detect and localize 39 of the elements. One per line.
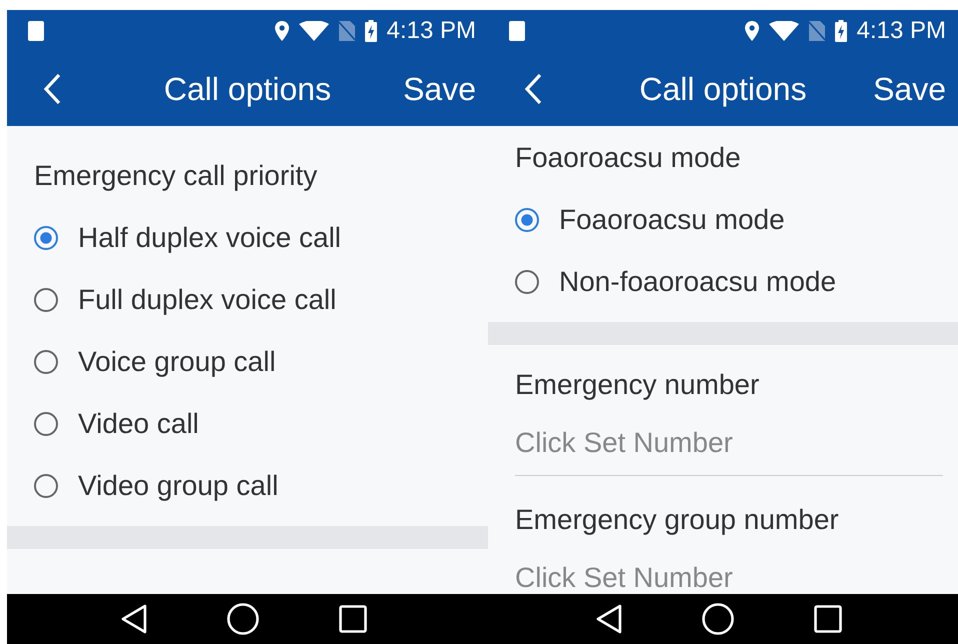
- back-chevron-icon: [524, 73, 542, 105]
- radio-option[interactable]: Voice group call: [7, 331, 488, 393]
- screen-title: Call options: [639, 70, 807, 108]
- back-icon[interactable]: [596, 604, 622, 634]
- battery-charging-icon: [834, 20, 847, 42]
- recents-icon[interactable]: [338, 605, 366, 633]
- back-icon[interactable]: [120, 604, 146, 634]
- radio-option[interactable]: Full duplex voice call: [7, 269, 488, 331]
- number-field[interactable]: Click Set Number: [515, 416, 943, 476]
- location-icon: [274, 21, 289, 41]
- no-sim-icon: [808, 21, 825, 41]
- status-time: 4:13 PM: [386, 17, 476, 45]
- wifi-icon: [768, 21, 799, 41]
- radio-option[interactable]: Foaoroacsu mode: [488, 189, 958, 251]
- wifi-icon: [298, 21, 329, 41]
- home-icon[interactable]: [226, 603, 258, 635]
- back-chevron-icon: [43, 73, 61, 105]
- screen-title: Call options: [164, 70, 332, 108]
- radio-option[interactable]: Video call: [7, 393, 488, 455]
- field-label: Emergency group number: [515, 503, 840, 537]
- no-sim-icon: [338, 21, 355, 41]
- back-button[interactable]: [524, 73, 542, 105]
- section-title: Emergency call priority: [33, 159, 318, 193]
- status-time: 4:13 PM: [856, 17, 946, 45]
- save-button[interactable]: Save: [873, 70, 946, 108]
- section-title: Foaoroacsu mode: [514, 141, 742, 175]
- notification-icon: [28, 21, 44, 41]
- radio-option[interactable]: Half duplex voice call: [7, 207, 488, 269]
- back-button[interactable]: [43, 73, 61, 105]
- radio-option[interactable]: Video group call: [7, 455, 488, 517]
- home-icon[interactable]: [702, 603, 734, 635]
- number-field[interactable]: Click Set Number: [515, 551, 943, 594]
- field-label: Emergency number: [515, 368, 760, 402]
- radio-option[interactable]: Non-foaoroacsu mode: [488, 251, 958, 313]
- save-button[interactable]: Save: [403, 70, 476, 108]
- recents-icon[interactable]: [814, 605, 842, 633]
- notification-icon: [509, 21, 525, 41]
- battery-charging-icon: [364, 20, 377, 42]
- location-icon: [744, 21, 759, 41]
